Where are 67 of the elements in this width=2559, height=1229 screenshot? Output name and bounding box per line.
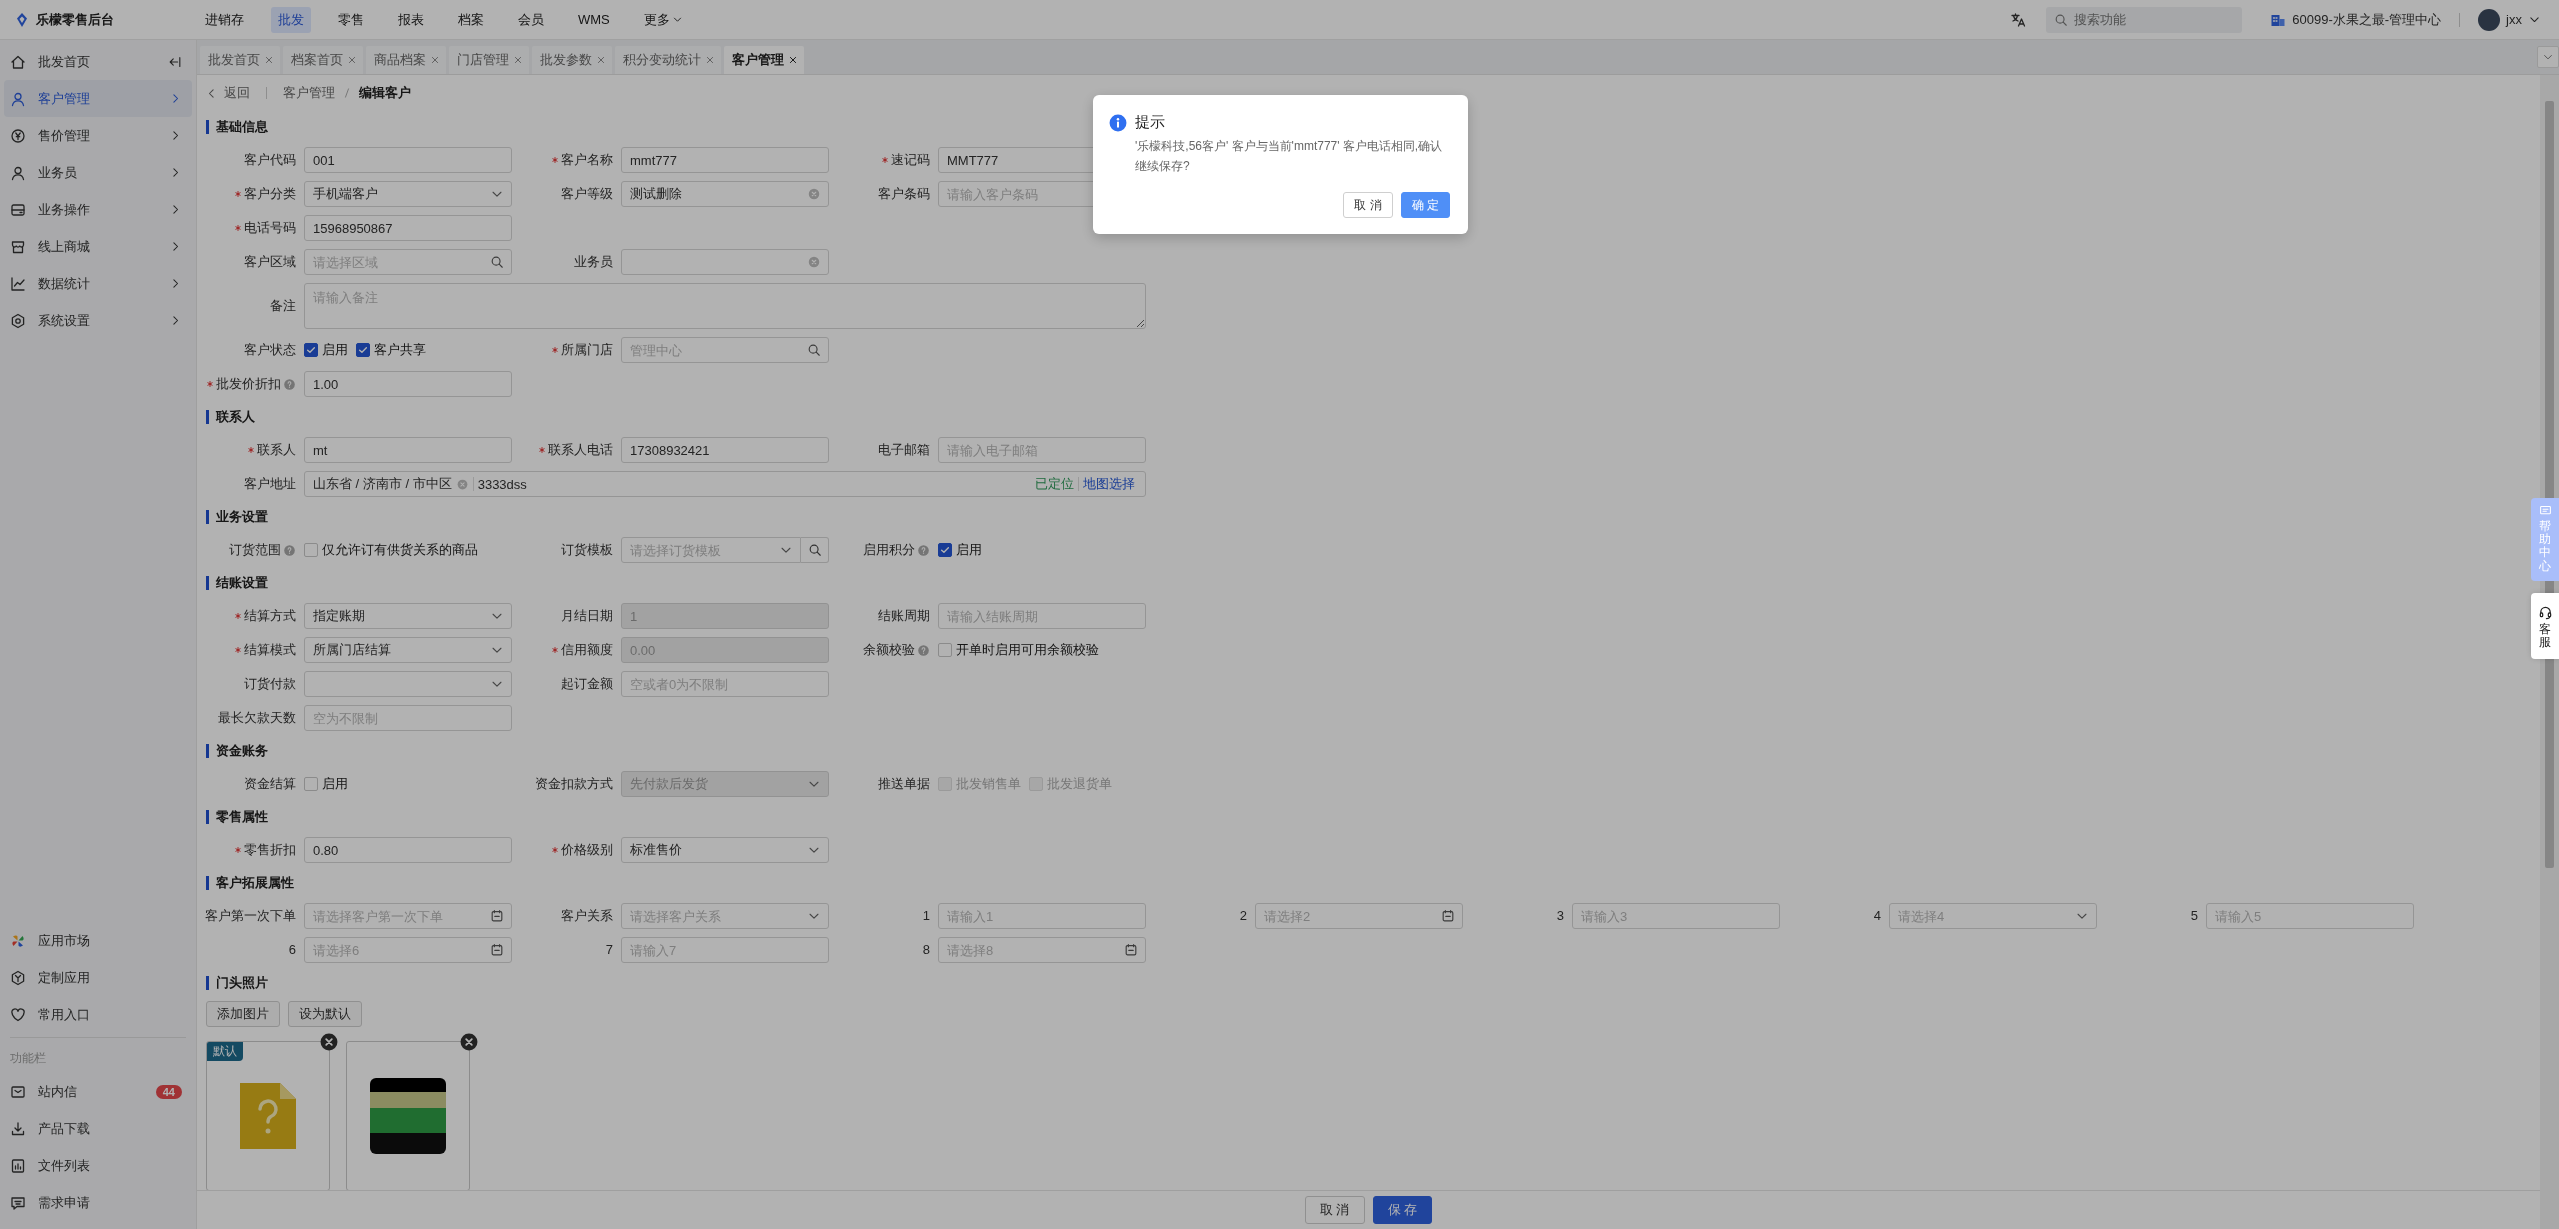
breadcrumb-item: 编辑客户 [359,84,411,102]
field-label: 5 [2190,909,2198,923]
field-label: 客户第一次下单 [205,909,296,923]
field-label: 6 [288,943,296,957]
field-label: 资金结算 [244,777,296,791]
section-title: 结账设置 [216,574,268,592]
field-label: 客户区域 [244,255,296,269]
field-label: 信用额度 [561,643,613,657]
field-label: 所属门店 [561,343,613,357]
dialog-title: 提示 [1135,113,1165,132]
field-label: 订货范围 [229,543,281,557]
checkbox-label: 批发销售单 [956,775,1021,793]
field-label: 业务员 [574,255,613,269]
field-label: 1 [922,909,930,923]
section-title: 基础信息 [216,118,268,136]
field-label: 电话号码 [244,221,296,235]
field-label: 余额校验 [863,643,915,657]
field-label: 最长欠款天数 [218,711,296,725]
checkbox-label: 客户共享 [374,341,426,359]
field-label: 资金扣款方式 [535,777,613,791]
field-label: 启用积分 [863,543,915,557]
section-title: 业务设置 [216,508,268,526]
field-label: 客户关系 [561,909,613,923]
field-label: 月结日期 [561,609,613,623]
section-title: 联系人 [216,408,255,426]
field-label: 客户代码 [244,153,296,167]
count-badge: 44 [155,1084,182,1099]
field-label: 4 [1873,909,1881,923]
checkbox-label: 仅允许订有供货关系的商品 [322,541,478,559]
field-label: 价格级别 [561,843,613,857]
checkbox-label: 开单时启用可用余额校验 [956,641,1099,659]
field-label: 客户分类 [244,187,296,201]
field-label: 3 [1556,909,1564,923]
app-title: 乐檬零售后台 [36,10,114,29]
field-label: 起订金额 [561,677,613,691]
field-label: 联系人电话 [548,443,613,457]
field-label: 速记码 [891,153,930,167]
field-label: 客户状态 [244,343,296,357]
field-label: 结算模式 [244,643,296,657]
section-title: 客户拓展属性 [216,874,294,892]
default-badge: 默认 [207,1042,243,1061]
field-label: 订货模板 [561,543,613,557]
checkbox-label: 启用 [956,541,982,559]
section-title: 资金账务 [216,742,268,760]
field-label: 订货付款 [244,677,296,691]
checkbox-label: 批发退货单 [1047,775,1112,793]
field-label: 联系人 [257,443,296,457]
field-label: 批发价折扣 [216,377,281,391]
field-label: 电子邮箱 [878,443,930,457]
field-label: 客户名称 [561,153,613,167]
location-status: 已定位 [1035,475,1074,493]
field-label: 客户等级 [561,187,613,201]
section-title: 零售属性 [216,808,268,826]
checkbox-label: 启用 [322,341,348,359]
section-label: 功能栏 [9,1050,47,1067]
checkbox-label: 启用 [322,775,348,793]
field-label: 7 [605,943,613,957]
field-label: 客户地址 [244,477,296,491]
field-label: 客户条码 [878,187,930,201]
field-label: 结算方式 [244,609,296,623]
field-label: 推送单据 [878,777,930,791]
field-label: 结账周期 [878,609,930,623]
field-label: 8 [922,943,930,957]
field-label: 零售折扣 [244,843,296,857]
section-title: 门头照片 [216,974,268,992]
field-label: 备注 [270,299,296,313]
field-label: 2 [1239,909,1247,923]
